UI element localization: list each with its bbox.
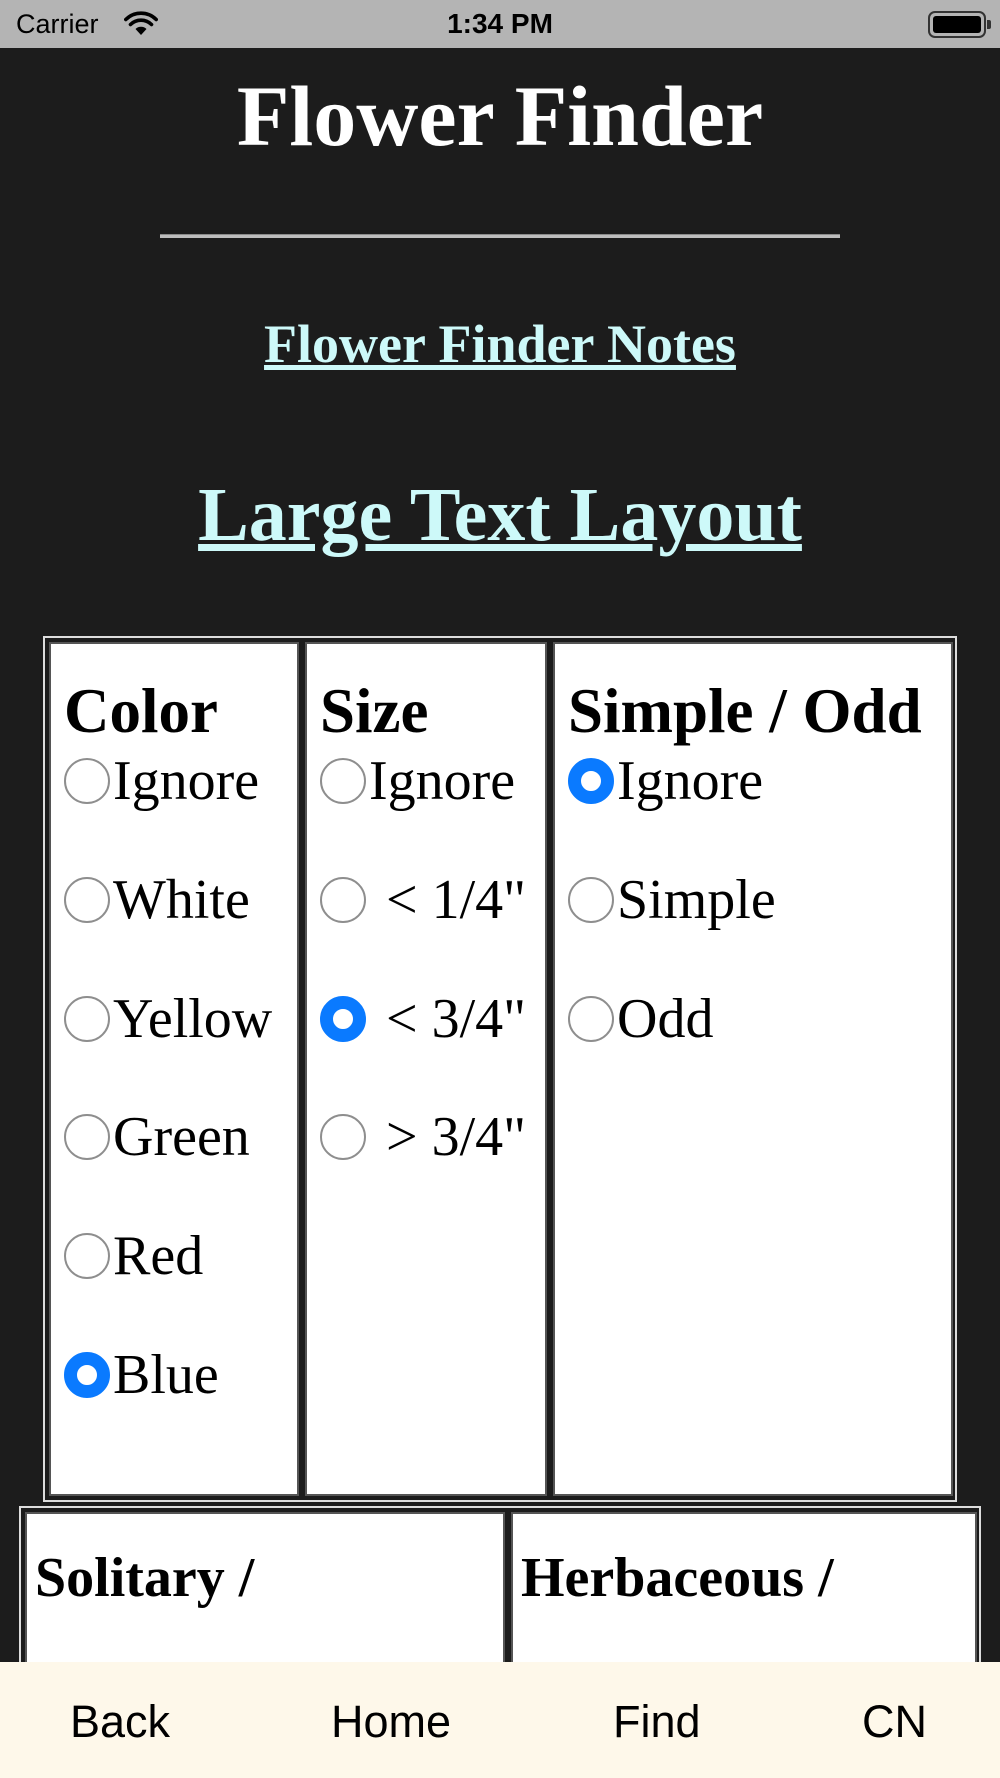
- home-button[interactable]: Home: [331, 1695, 451, 1749]
- color-option-white[interactable]: White: [64, 865, 250, 935]
- radio-button[interactable]: [320, 1114, 366, 1160]
- simple-odd-option-simple[interactable]: Simple: [568, 865, 776, 935]
- battery-icon: [928, 11, 991, 38]
- herbaceous-heading: Herbaceous /: [521, 1547, 834, 1609]
- large-text-layout-link[interactable]: Large Text Layout: [198, 473, 802, 557]
- option-label: Yellow: [113, 988, 273, 1050]
- radio-button[interactable]: [320, 758, 366, 804]
- filter-table: Color Ignore White Yellow Green Red Blue…: [43, 636, 957, 1502]
- size-heading: Size: [320, 676, 429, 746]
- radio-button[interactable]: [64, 877, 110, 923]
- option-label: Ignore: [617, 750, 764, 812]
- option-label: Red: [113, 1225, 204, 1287]
- size-filter-cell: Size Ignore < 1/4" < 3/4" > 3/4": [305, 642, 547, 1496]
- notes-link-container: Flower Finder Notes: [0, 311, 1000, 377]
- simple-odd-heading: Simple / Odd: [568, 676, 922, 746]
- radio-button-selected[interactable]: [568, 758, 614, 804]
- color-filter-cell: Color Ignore White Yellow Green Red Blue: [49, 642, 299, 1496]
- size-option-ignore[interactable]: Ignore: [320, 746, 515, 816]
- page-title: Flower Finder: [236, 68, 764, 164]
- color-option-blue[interactable]: Blue: [64, 1340, 219, 1410]
- radio-button[interactable]: [568, 877, 614, 923]
- find-button[interactable]: Find: [613, 1695, 701, 1749]
- divider: [160, 234, 840, 238]
- option-label: Ignore: [369, 750, 516, 812]
- radio-button[interactable]: [64, 996, 110, 1042]
- option-label: White: [113, 869, 250, 931]
- color-option-red[interactable]: Red: [64, 1221, 203, 1291]
- option-label: Ignore: [113, 750, 260, 812]
- bottom-nav-bar: Back Home Find CN: [0, 1662, 1000, 1778]
- option-label: Odd: [617, 988, 714, 1050]
- radio-button[interactable]: [64, 758, 110, 804]
- radio-button-selected[interactable]: [64, 1352, 110, 1398]
- simple-odd-option-ignore[interactable]: Ignore: [568, 746, 763, 816]
- clock: 1:34 PM: [447, 8, 553, 39]
- cn-button[interactable]: CN: [862, 1695, 927, 1749]
- option-label: Green: [113, 1106, 250, 1168]
- option-label: Blue: [113, 1344, 219, 1406]
- color-option-green[interactable]: Green: [64, 1102, 250, 1172]
- size-option-lt-three-quarter[interactable]: < 3/4": [320, 984, 526, 1054]
- option-label: < 3/4": [386, 988, 526, 1050]
- radio-button-selected[interactable]: [320, 996, 366, 1042]
- large-text-link-container: Large Text Layout: [0, 470, 1000, 560]
- size-option-lt-quarter[interactable]: < 1/4": [320, 865, 526, 935]
- back-button[interactable]: Back: [70, 1695, 170, 1749]
- simple-odd-option-odd[interactable]: Odd: [568, 984, 713, 1054]
- option-label: > 3/4": [386, 1106, 526, 1168]
- option-label: < 1/4": [386, 869, 526, 931]
- size-option-gt-three-quarter[interactable]: > 3/4": [320, 1102, 526, 1172]
- color-option-ignore[interactable]: Ignore: [64, 746, 259, 816]
- radio-button[interactable]: [320, 877, 366, 923]
- radio-button[interactable]: [64, 1233, 110, 1279]
- color-option-yellow[interactable]: Yellow: [64, 984, 272, 1054]
- option-label: Simple: [617, 869, 776, 931]
- solitary-heading: Solitary /: [35, 1547, 255, 1609]
- radio-button[interactable]: [64, 1114, 110, 1160]
- status-bar: Carrier 1:34 PM: [0, 0, 1000, 48]
- simple-odd-filter-cell: Simple / Odd Ignore Simple Odd: [553, 642, 953, 1496]
- color-heading: Color: [64, 676, 218, 746]
- radio-button[interactable]: [568, 996, 614, 1042]
- flower-finder-notes-link[interactable]: Flower Finder Notes: [264, 314, 736, 374]
